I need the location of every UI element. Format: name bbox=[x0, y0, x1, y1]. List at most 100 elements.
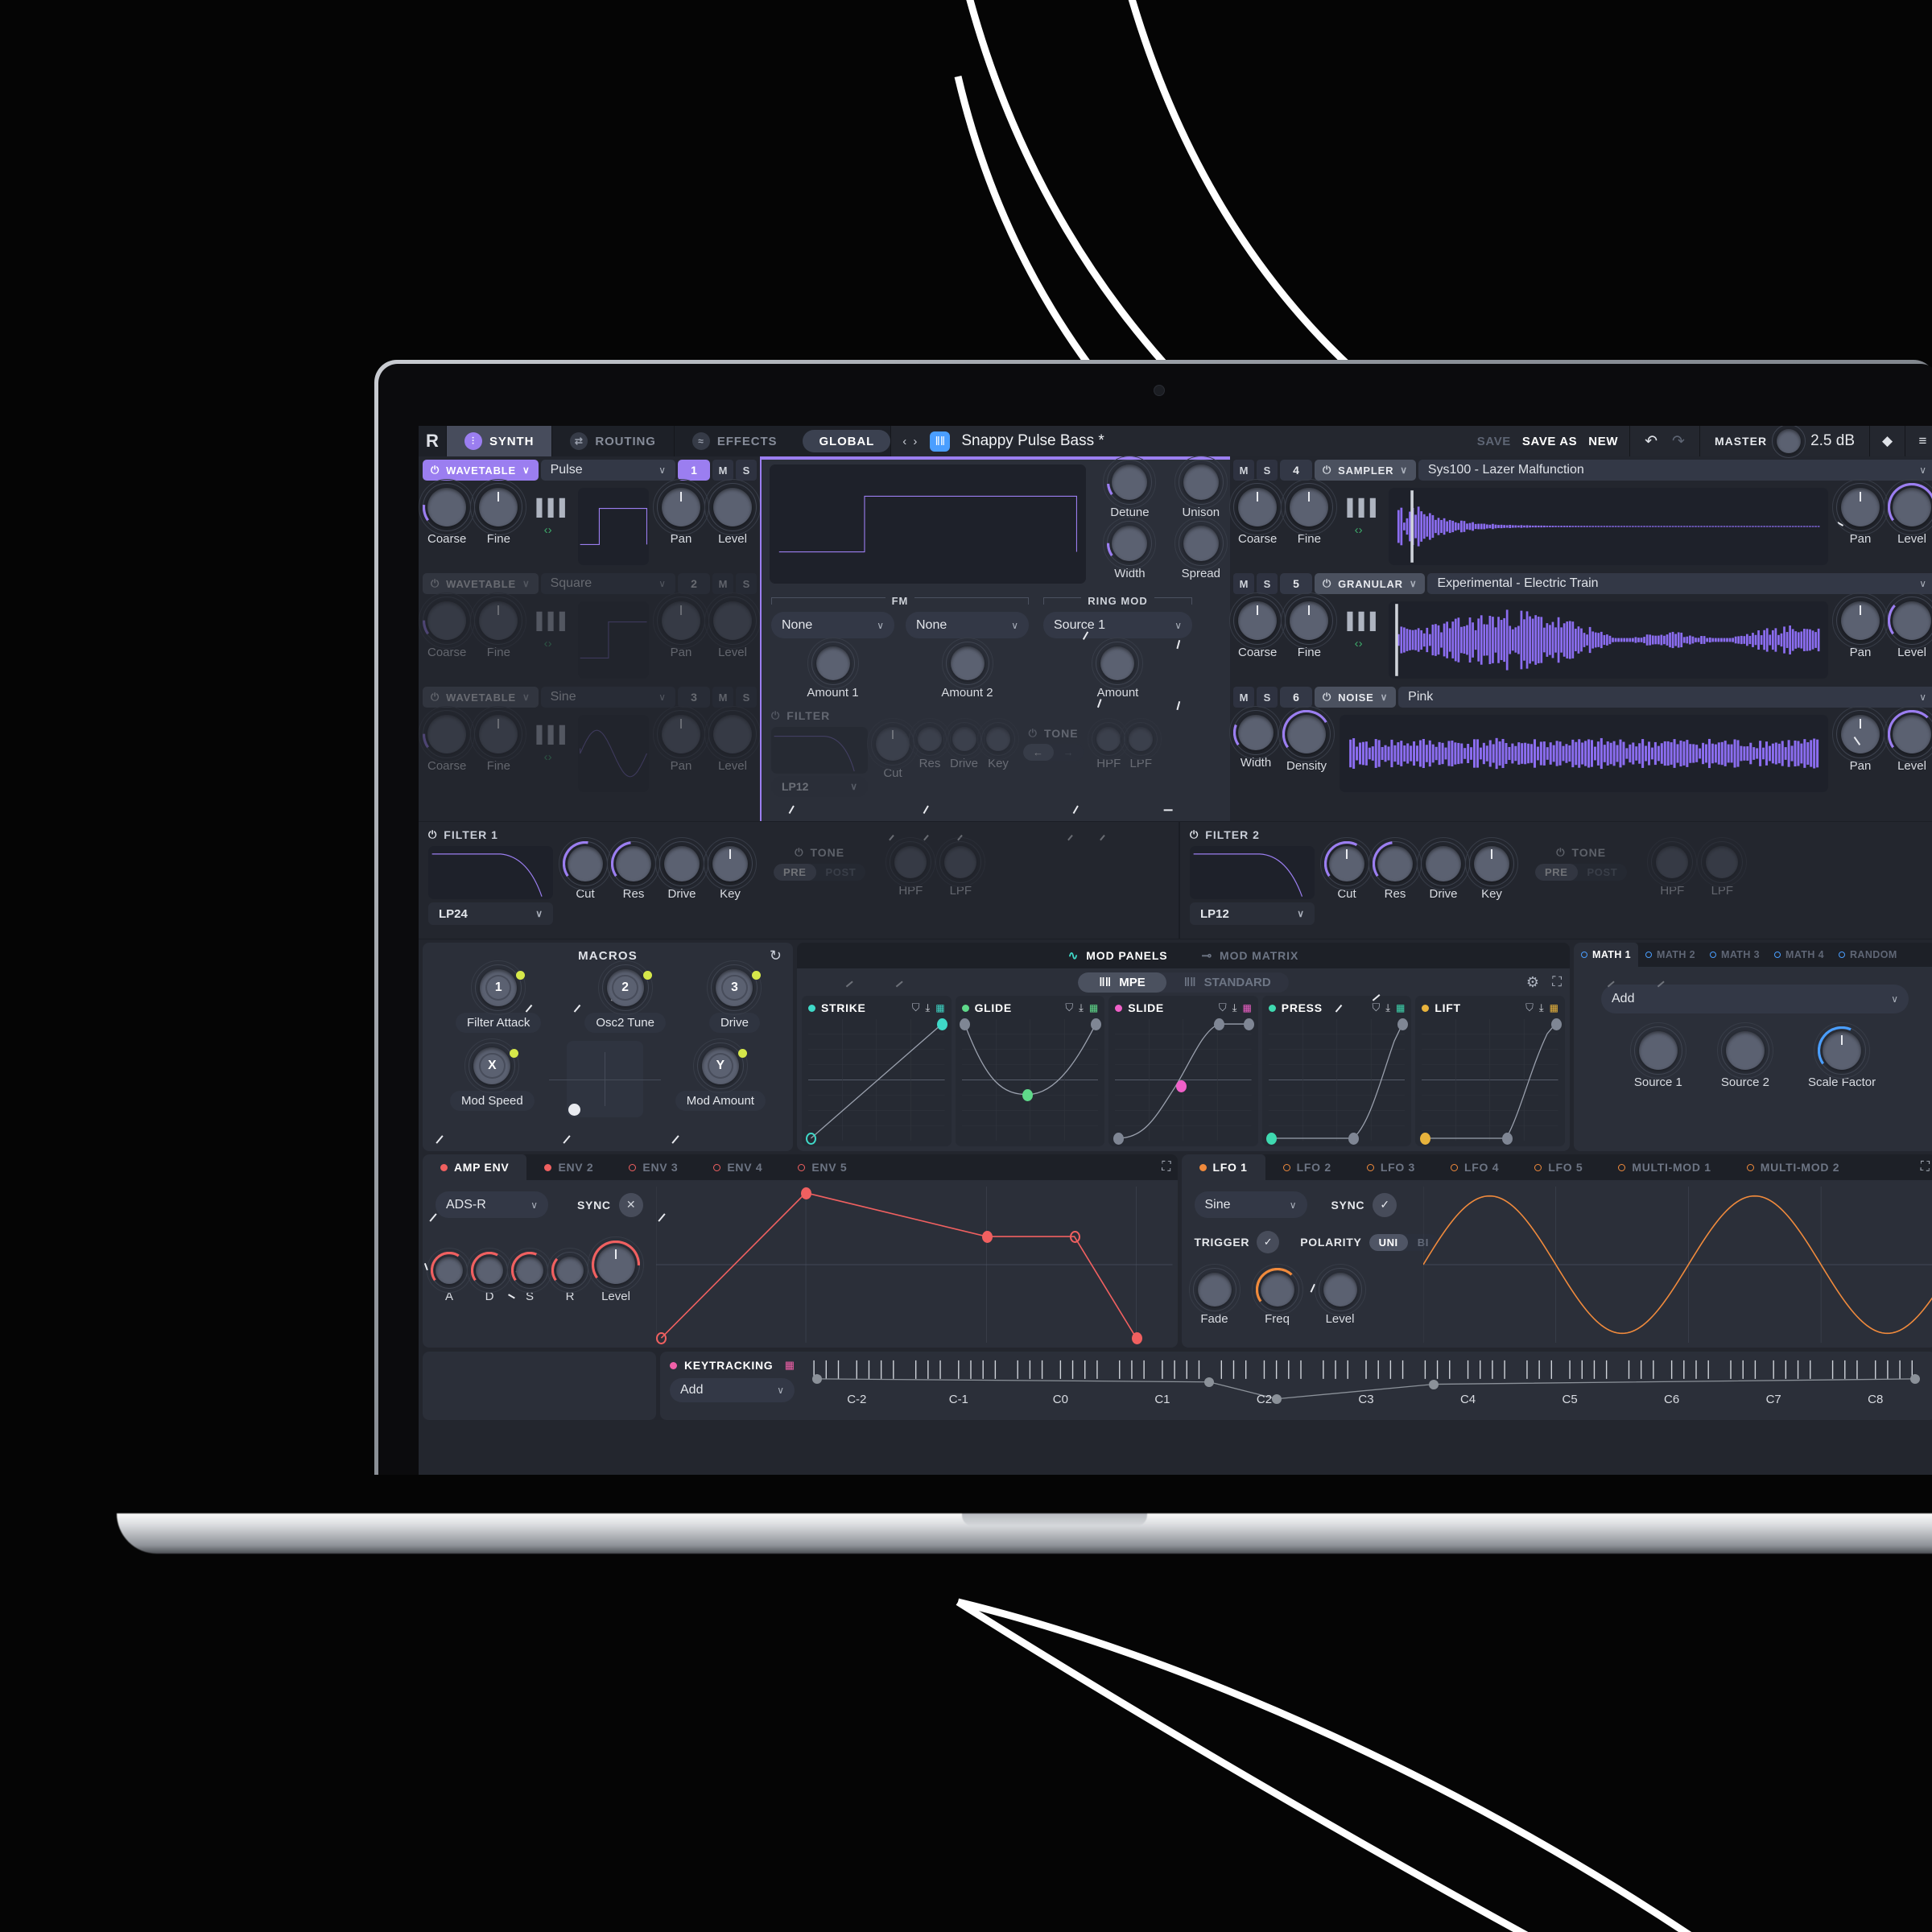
curve-node[interactable] bbox=[959, 1018, 970, 1031]
knob-dial[interactable] bbox=[1188, 1264, 1241, 1315]
knob-dial[interactable] bbox=[1067, 718, 1130, 841]
inline-tone-post[interactable]: → bbox=[1054, 744, 1084, 761]
curve-node[interactable] bbox=[1244, 1018, 1255, 1031]
math-tab-math-3[interactable]: MATH 3 bbox=[1703, 943, 1767, 967]
math-operation-selector[interactable]: Add ∨ bbox=[1601, 985, 1909, 1013]
filter-1-pre[interactable]: PRE bbox=[774, 864, 816, 881]
lfo-trigger-group[interactable]: TRIGGER ✓ bbox=[1195, 1231, 1280, 1253]
xy-pad[interactable] bbox=[548, 1041, 661, 1117]
knob-dial[interactable] bbox=[923, 638, 993, 815]
knob-dial[interactable]: X bbox=[429, 1038, 520, 1222]
oscillator-waveform-display[interactable] bbox=[577, 601, 649, 679]
knob-level[interactable]: Level bbox=[704, 479, 791, 546]
expand-icon[interactable]: ⛶ bbox=[1921, 1160, 1930, 1174]
knob-dial[interactable] bbox=[1229, 592, 1286, 649]
chevron-down-icon[interactable]: ∨ bbox=[1011, 620, 1018, 631]
knob-res[interactable]: Res bbox=[1335, 837, 1422, 1013]
knob-dial[interactable] bbox=[1772, 426, 1844, 526]
knob-dial[interactable] bbox=[423, 1248, 472, 1293]
envelope-mode-selector[interactable]: ADS-R ∨ bbox=[436, 1191, 548, 1218]
copy-icon[interactable]: ⛉ bbox=[1373, 1001, 1381, 1014]
knob-coarse[interactable]: Coarse bbox=[419, 479, 476, 546]
knob-x[interactable]: Y bbox=[658, 1038, 748, 1222]
knob-dial[interactable] bbox=[507, 1248, 576, 1293]
knob-s[interactable]: S bbox=[507, 1248, 576, 1303]
knob-pan[interactable]: Pan bbox=[1832, 479, 1889, 546]
download-icon[interactable]: ⤓ bbox=[1232, 1001, 1237, 1014]
nav-tab-synth[interactable]: ⫶ SYNTH bbox=[446, 426, 552, 456]
oscillator-number[interactable]: 3 bbox=[678, 687, 710, 708]
knob-cut[interactable]: Cut bbox=[525, 837, 612, 1013]
oscillator-sample-selector[interactable]: Pink ∨ bbox=[1398, 687, 1932, 708]
filter-2-pre[interactable]: PRE bbox=[1535, 864, 1578, 881]
oscillator-mute-button[interactable]: M bbox=[1233, 573, 1254, 594]
chevron-down-icon[interactable]: ∨ bbox=[658, 578, 666, 589]
copy-icon[interactable]: ⛉ bbox=[1065, 1001, 1073, 1014]
power-icon[interactable]: ⏻ bbox=[431, 464, 440, 477]
knob-level[interactable]: Level bbox=[704, 706, 791, 773]
preset-save-as-button[interactable]: SAVE AS bbox=[1522, 435, 1577, 448]
download-icon[interactable]: ⤓ bbox=[926, 1001, 931, 1014]
knob-level[interactable]: Level bbox=[588, 1236, 644, 1303]
power-icon[interactable]: ⏻ bbox=[428, 828, 437, 841]
preset-new-button[interactable]: NEW bbox=[1588, 435, 1618, 448]
knob-width[interactable]: Width bbox=[1097, 517, 1157, 708]
knob-dial[interactable] bbox=[704, 592, 791, 649]
oscillator-solo-button[interactable]: S bbox=[1257, 687, 1278, 708]
knob-density[interactable]: Density bbox=[1278, 706, 1365, 773]
inline-tone-prepost[interactable]: ← → bbox=[1023, 744, 1084, 761]
inline-tone-pre[interactable]: ← bbox=[1023, 744, 1054, 761]
oscillator-mute-button[interactable]: M bbox=[712, 460, 733, 481]
alert-diamond-icon[interactable]: ◆ bbox=[1869, 426, 1905, 456]
nav-tab-effects[interactable]: ≈ EFFECTS bbox=[673, 426, 795, 456]
knob-dial[interactable] bbox=[1629, 1022, 1686, 1079]
knob-dial[interactable] bbox=[788, 638, 859, 815]
oscillator-type-selector[interactable]: ⏻ WAVETABLE ∨ bbox=[423, 573, 539, 594]
chevron-down-icon[interactable]: ∨ bbox=[658, 691, 666, 703]
knob-dial[interactable] bbox=[1281, 592, 1338, 649]
knob-dial[interactable] bbox=[419, 592, 476, 649]
chevron-down-icon[interactable]: ∨ bbox=[1919, 578, 1926, 589]
preset-save-button[interactable]: SAVE bbox=[1477, 435, 1511, 448]
waveform-icon[interactable]: ‖‖ bbox=[930, 431, 951, 452]
oscillator-wave-selector[interactable]: Square ∨ bbox=[540, 573, 675, 594]
curve-node[interactable] bbox=[1397, 1018, 1408, 1031]
knob-key[interactable]: Key bbox=[704, 837, 757, 901]
knob-amount[interactable]: Amount bbox=[1073, 638, 1144, 815]
curve-node[interactable] bbox=[1113, 1132, 1124, 1145]
fm-source-2-selector[interactable]: None ∨ bbox=[906, 612, 1029, 638]
oscillator-waveform-display[interactable] bbox=[577, 488, 649, 565]
knob-dial[interactable] bbox=[653, 592, 709, 649]
knob-dial[interactable] bbox=[896, 837, 986, 988]
lfo-sync-group[interactable]: SYNC ✓ bbox=[1331, 1192, 1397, 1217]
power-icon[interactable]: ⏻ bbox=[795, 846, 803, 859]
download-icon[interactable]: ⤓ bbox=[1385, 1001, 1390, 1014]
curve-node[interactable] bbox=[1550, 1018, 1562, 1031]
sample-waveform-display[interactable] bbox=[1388, 601, 1828, 679]
knob-dial[interactable]: 1 bbox=[436, 960, 526, 1144]
filter-1-mode-selector[interactable]: LP24 ∨ bbox=[428, 902, 553, 925]
gear-icon[interactable]: ⚙ bbox=[1526, 974, 1539, 991]
keyboard-tracking-toggle[interactable]: ▐▐▐ ‹› bbox=[530, 601, 565, 650]
knob-coarse[interactable]: Coarse bbox=[419, 706, 476, 773]
filter-1-curve[interactable] bbox=[428, 846, 553, 899]
macro-label[interactable]: Drive bbox=[708, 1013, 760, 1033]
knob-dial[interactable] bbox=[573, 837, 660, 1013]
env-tab-env-3[interactable]: ENV 3 bbox=[611, 1154, 696, 1180]
keytracking-node[interactable] bbox=[1428, 1379, 1439, 1389]
oscillator-number[interactable]: 4 bbox=[1280, 460, 1312, 481]
knob-dial[interactable] bbox=[1832, 479, 1889, 535]
fm-source-1-selector[interactable]: None ∨ bbox=[771, 612, 894, 638]
curve-node[interactable] bbox=[1501, 1132, 1513, 1145]
power-icon[interactable]: ⏻ bbox=[1556, 846, 1565, 859]
chevron-down-icon[interactable]: ∨ bbox=[1297, 908, 1304, 919]
grid-icon[interactable]: ▦ bbox=[1550, 1002, 1558, 1013]
keytracking-graph[interactable]: C-2 C-1 C0 C1 C2 C3 C4 C5 C6 C7 C8 bbox=[806, 1359, 1926, 1413]
macro-knob-wrap[interactable]: X bbox=[429, 1038, 520, 1222]
knob-key[interactable]: Key bbox=[1465, 837, 1518, 901]
global-tab[interactable]: GLOBAL bbox=[803, 430, 891, 452]
knob-x[interactable]: 2 bbox=[563, 960, 653, 1144]
grid-icon[interactable]: ▦ bbox=[785, 1359, 795, 1372]
env-tab-env-2[interactable]: ENV 2 bbox=[526, 1154, 611, 1180]
knob-x[interactable]: 1 bbox=[436, 960, 526, 1144]
